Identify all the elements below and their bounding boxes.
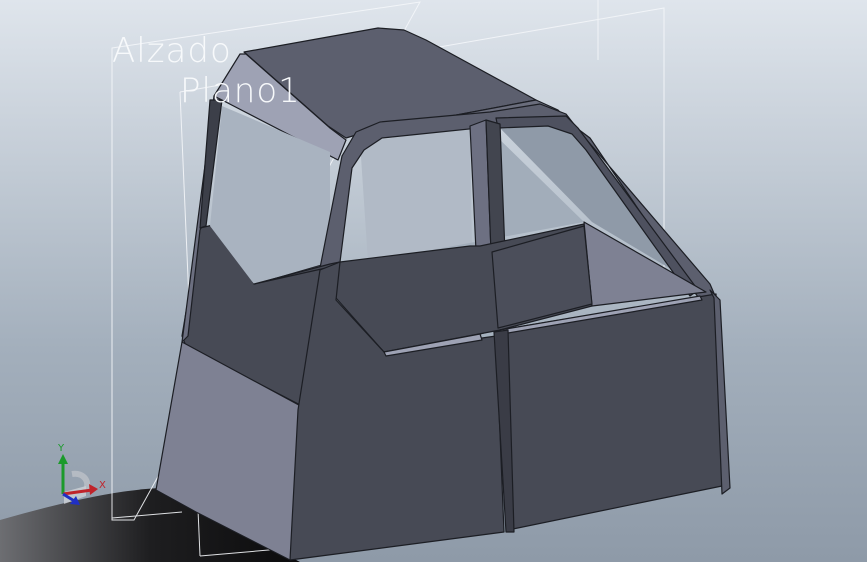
triad-y-label: Y [58, 443, 65, 454]
reference-triad[interactable]: Y X [46, 442, 116, 516]
plane-label-plano1[interactable]: Plano1 [180, 74, 301, 108]
cab-model[interactable] [0, 0, 867, 562]
triad-x-label: X [99, 480, 106, 491]
plane-label-alzado[interactable]: Alzado [112, 34, 232, 68]
graphics-viewport[interactable]: Alzado Plano1 Y X [0, 0, 867, 562]
triad-axes-icon [58, 454, 98, 505]
